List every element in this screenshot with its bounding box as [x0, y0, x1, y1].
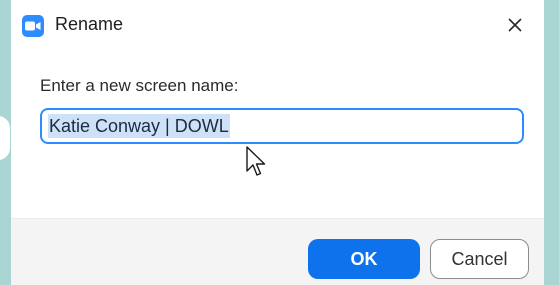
- dialog-footer: OK Cancel: [11, 218, 544, 285]
- close-button[interactable]: [500, 10, 530, 40]
- dialog-title: Rename: [55, 14, 124, 34]
- screen-name-value: Katie Conway | DOWL: [48, 114, 230, 138]
- zoom-camera-icon: [22, 15, 44, 37]
- mouse-cursor-icon: [245, 146, 267, 183]
- rename-dialog: Rename Enter a new screen name: Katie Co…: [11, 0, 544, 285]
- screen-name-input[interactable]: Katie Conway | DOWL: [40, 108, 524, 144]
- close-icon: [508, 18, 522, 32]
- cancel-button[interactable]: Cancel: [430, 239, 529, 279]
- screen-name-prompt: Enter a new screen name:: [40, 76, 239, 95]
- dialog-titlebar: Rename: [11, 0, 544, 50]
- ok-button[interactable]: OK: [308, 239, 420, 279]
- background-window-fragment: [0, 116, 10, 160]
